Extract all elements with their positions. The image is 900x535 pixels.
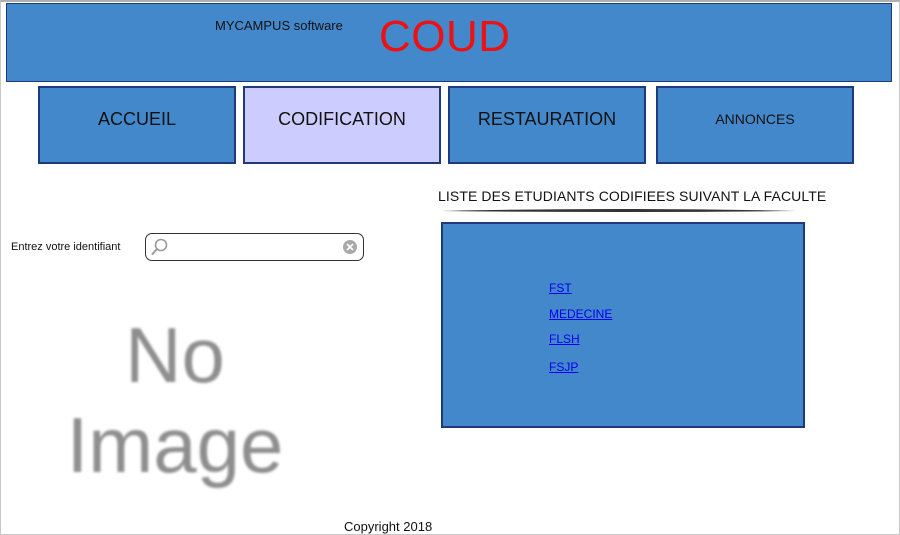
tab-annonces[interactable]: ANNONCES	[656, 86, 854, 164]
tab-accueil[interactable]: ACCUEIL	[38, 86, 236, 164]
header-banner: MYCAMPUS software COUD	[6, 3, 892, 82]
app-subtitle: MYCAMPUS software	[215, 18, 343, 33]
no-image-line1: No	[125, 311, 225, 399]
tab-label: CODIFICATION	[278, 108, 406, 129]
identifier-label: Entrez votre identifiant	[11, 241, 121, 253]
tab-label: ACCUEIL	[97, 108, 177, 129]
identifier-input[interactable]	[170, 237, 344, 259]
clear-icon[interactable]	[342, 239, 358, 255]
copyright-text: Copyright 2018	[344, 519, 433, 534]
faculty-list-panel: FST MEDECINE FLSH FSJP	[441, 222, 805, 428]
search-icon	[151, 238, 168, 255]
no-image-line2: Image	[66, 401, 284, 489]
faculty-link-medecine[interactable]: MEDECINE	[549, 307, 612, 321]
tab-label: RESTAURATION	[477, 108, 617, 129]
faculty-link-fst[interactable]: FST	[549, 281, 572, 295]
tab-label: ANNONCES	[715, 111, 795, 127]
logo-text: COUD	[379, 12, 511, 61]
identifier-search-box	[145, 233, 364, 261]
tab-codification[interactable]: CODIFICATION	[243, 86, 441, 164]
title-underline	[441, 209, 797, 212]
no-image-placeholder: No Image	[40, 310, 310, 510]
faculty-link-fsjp[interactable]: FSJP	[549, 360, 578, 374]
tab-restauration[interactable]: RESTAURATION	[448, 86, 646, 164]
faculty-list-title: LISTE DES ETUDIANTS CODIFIEES SUIVANT LA…	[438, 188, 827, 204]
faculty-link-flsh[interactable]: FLSH	[549, 332, 580, 346]
